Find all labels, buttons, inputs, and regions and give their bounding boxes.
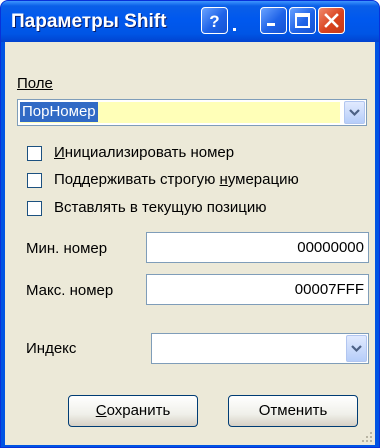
init-number-label: Инициализировать номер [54,144,235,161]
field-dropdown-button[interactable] [344,101,365,124]
cancel-button[interactable]: Отменить [228,395,358,427]
insert-current-position-checkbox[interactable] [27,201,42,216]
minimize-button[interactable] [260,7,287,34]
dialog-body: Поле ПорНомер Инициализировать номер Под… [5,42,375,445]
max-number-label: Макс. номер [26,282,114,299]
chevron-down-icon [349,109,360,117]
field-combobox-value: ПорНомер [20,102,98,122]
window-title: Параметры Shift [11,11,167,32]
title-separator-dot [233,28,236,31]
strict-numbering-checkbox[interactable] [27,173,42,188]
help-button[interactable]: ? [201,7,228,34]
help-icon: ? [209,12,219,31]
title-bar[interactable]: Параметры Shift ? [1,1,379,42]
field-label: Поле [17,75,53,92]
resize-grip-icon[interactable] [359,429,373,443]
index-label: Индекс [26,340,77,357]
chevron-down-icon [351,345,362,353]
maximize-icon [295,13,310,28]
field-combobox[interactable]: ПорНомер [17,99,367,126]
save-button[interactable]: Сохранить [68,395,198,427]
insert-current-position-label: Вставлять в текущую позицию [54,199,267,216]
minimize-icon [267,23,275,26]
min-number-input[interactable]: 00000000 [146,232,369,263]
close-button[interactable] [318,7,345,34]
index-combobox-value [154,336,158,356]
init-number-checkbox[interactable] [27,146,42,161]
index-dropdown-button[interactable] [346,335,367,362]
index-combobox[interactable] [151,333,369,364]
max-number-input[interactable]: 00007FFF [146,274,369,305]
maximize-button[interactable] [289,7,316,34]
svg-text:?: ? [209,12,219,31]
close-icon [324,13,339,28]
dialog-window: Параметры Shift ? Поле ПорНомер Инициали… [0,0,380,448]
min-number-label: Мин. номер [26,240,108,257]
strict-numbering-label: Поддерживать строгую нумерацию [54,171,299,188]
